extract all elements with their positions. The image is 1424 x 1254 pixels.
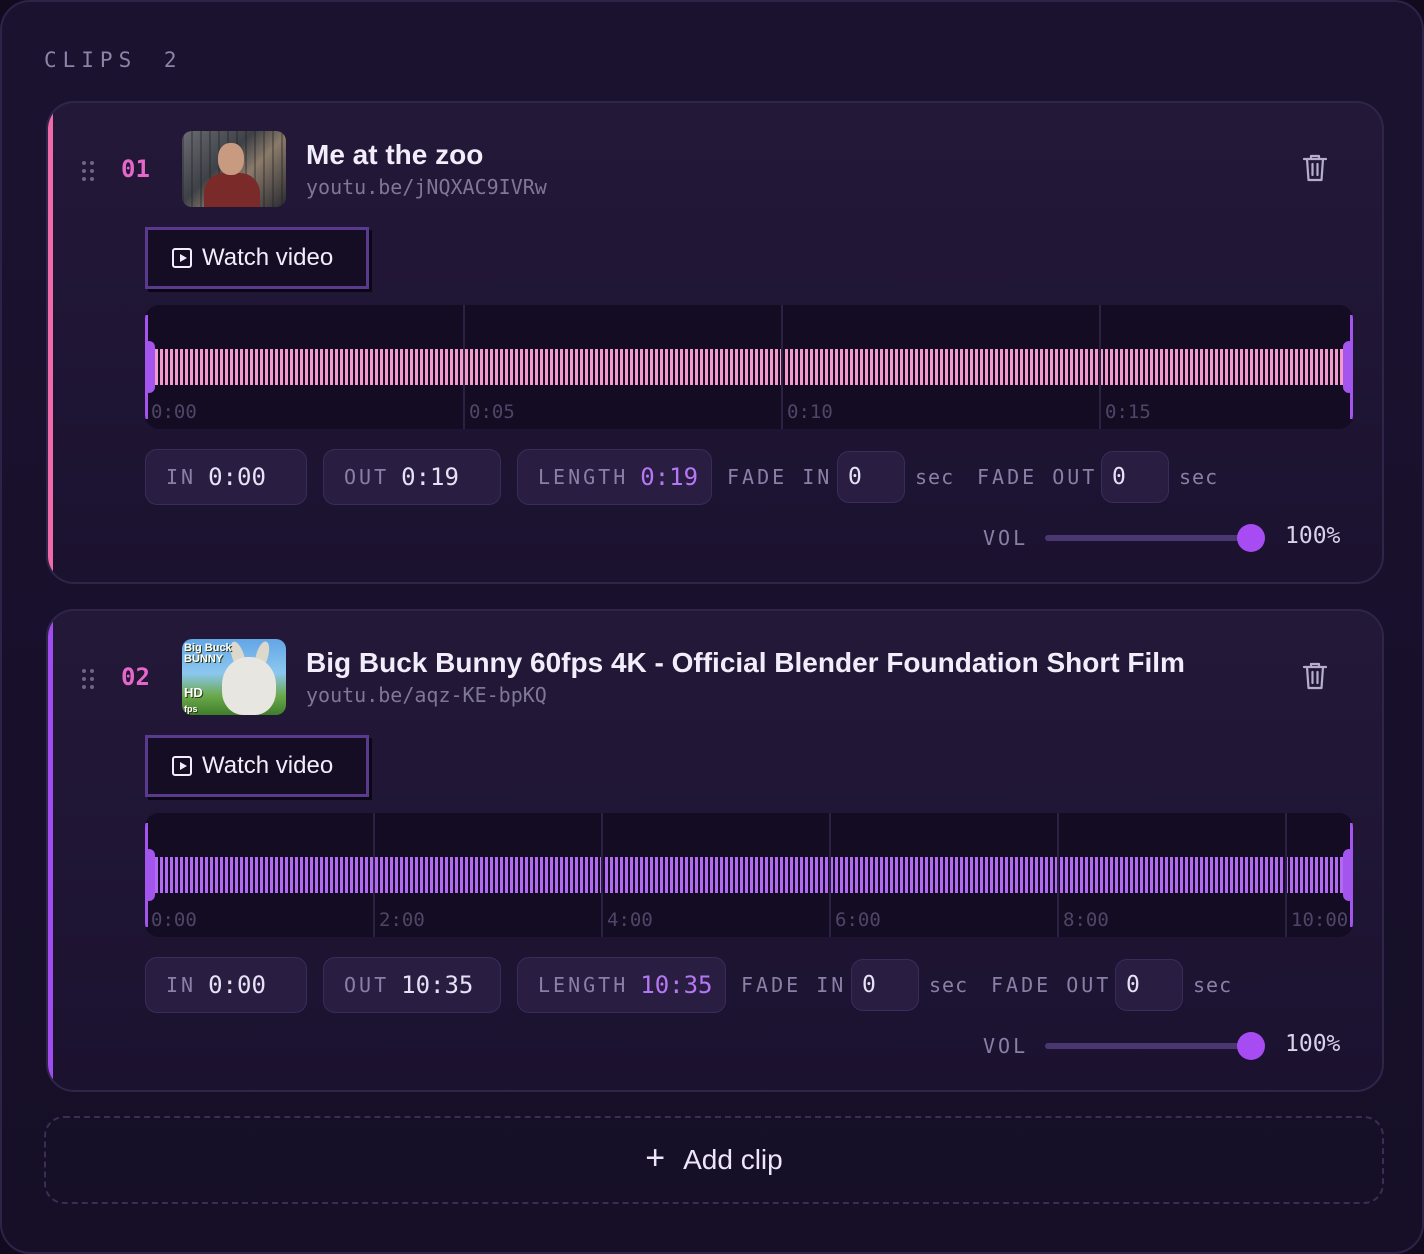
waveform [155, 857, 1343, 893]
play-icon [172, 756, 192, 776]
timeline-tick-label: 4:00 [607, 909, 653, 931]
watch-video-label: Watch video [202, 752, 334, 779]
fade-in-label: FADE IN [741, 973, 847, 997]
waveform [155, 349, 1343, 385]
volume-knob[interactable] [1237, 524, 1265, 552]
length-label: LENGTH [538, 465, 629, 489]
watch-video-label: Watch video [202, 244, 334, 271]
volume-track [1045, 535, 1253, 541]
section-label: CLIPS [44, 48, 138, 72]
trim-start-handle[interactable] [145, 341, 155, 393]
clip-title: Me at the zoo [306, 139, 484, 170]
fade-in-unit: sec [929, 973, 969, 997]
out-value: 10:35 [401, 971, 474, 999]
clip-timeline[interactable]: 0:00 0:05 0:10 0:15 [145, 305, 1353, 429]
timeline-tick-label: 2:00 [379, 909, 425, 931]
fade-in-unit: sec [915, 465, 955, 489]
clip-url: youtu.be/jNQXAC9IVRw [306, 175, 547, 199]
thumbnail-hd-badge: HD fps [184, 685, 203, 714]
trim-start-handle[interactable] [145, 849, 155, 901]
length-label: LENGTH [538, 973, 629, 997]
timeline-tick-label: 10:00 [1291, 909, 1349, 931]
trash-icon[interactable] [1302, 153, 1328, 183]
in-value: 0:00 [208, 971, 266, 999]
timeline-tick-label: 0:00 [151, 401, 197, 423]
volume-value: 100% [1285, 523, 1341, 549]
volume-slider[interactable] [1045, 523, 1265, 553]
fade-out-input[interactable] [1115, 959, 1183, 1011]
fade-out-unit: sec [1179, 465, 1219, 489]
length-field: LENGTH 10:35 [517, 957, 726, 1013]
fade-in-input[interactable] [851, 959, 919, 1011]
fade-out-unit: sec [1193, 973, 1233, 997]
clip-card: 02 Big Buck BUNNY HD fps Big Buck Bunny 6… [46, 609, 1384, 1092]
timeline-tick [781, 305, 783, 429]
timeline-tick [1285, 813, 1287, 937]
clip-title: Big Buck Bunny 60fps 4K - Official Blend… [306, 647, 1185, 678]
video-thumbnail: Big Buck BUNNY HD fps [182, 639, 286, 715]
fade-in-input[interactable] [837, 451, 905, 503]
clip-timeline[interactable]: 0:00 2:00 4:00 6:00 8:00 10:00 [145, 813, 1353, 937]
thumbnail-logo-text: Big Buck BUNNY [184, 642, 232, 665]
in-point-field[interactable]: IN 0:00 [145, 957, 307, 1013]
clips-panel: CLIPS 2 01 Me at the zoo youtu.be/jNQXAC… [0, 0, 1424, 1254]
trash-icon[interactable] [1302, 661, 1328, 691]
in-value: 0:00 [208, 463, 266, 491]
timeline-tick-label: 0:10 [787, 401, 833, 423]
volume-label: VOL [983, 526, 1029, 550]
length-field: LENGTH 0:19 [517, 449, 712, 505]
length-value: 10:35 [640, 971, 713, 999]
volume-track [1045, 1043, 1253, 1049]
length-value: 0:19 [640, 463, 699, 491]
volume-slider[interactable] [1045, 1031, 1265, 1061]
in-label: IN [166, 465, 197, 489]
out-label: OUT [344, 973, 390, 997]
out-point-field[interactable]: OUT 0:19 [323, 449, 501, 505]
add-clip-label: Add clip [683, 1144, 783, 1175]
volume-label: VOL [983, 1034, 1029, 1058]
timeline-tick [1099, 305, 1101, 429]
clip-number: 01 [121, 155, 150, 183]
drag-handle-icon[interactable] [82, 669, 96, 689]
timeline-tick [373, 813, 375, 937]
add-clip-button[interactable]: + Add clip [44, 1116, 1384, 1204]
timeline-tick-label: 0:05 [469, 401, 515, 423]
plus-icon: + [645, 1139, 666, 1177]
timeline-tick-label: 0:15 [1105, 401, 1151, 423]
clips-section-header: CLIPS 2 [44, 48, 183, 72]
in-label: IN [166, 973, 197, 997]
timeline-tick-label: 0:00 [151, 909, 197, 931]
fade-out-input[interactable] [1101, 451, 1169, 503]
timeline-tick [829, 813, 831, 937]
video-thumbnail [182, 131, 286, 207]
clip-count: 2 [163, 48, 183, 72]
drag-handle-icon[interactable] [82, 161, 96, 181]
volume-knob[interactable] [1237, 1032, 1265, 1060]
timeline-tick [463, 305, 465, 429]
trim-end-handle[interactable] [1343, 849, 1353, 901]
volume-value: 100% [1285, 1031, 1341, 1057]
watch-video-button[interactable]: Watch video [145, 735, 369, 797]
timeline-tick [601, 813, 603, 937]
timeline-tick [1057, 813, 1059, 937]
clip-number: 02 [121, 663, 150, 691]
clip-card: 01 Me at the zoo youtu.be/jNQXAC9IVRw Wa… [46, 101, 1384, 584]
play-icon [172, 248, 192, 268]
fade-out-label: FADE OUT [977, 465, 1098, 489]
watch-video-button[interactable]: Watch video [145, 227, 369, 289]
fade-out-label: FADE OUT [991, 973, 1112, 997]
timeline-tick-label: 8:00 [1063, 909, 1109, 931]
out-value: 0:19 [401, 463, 459, 491]
fade-in-label: FADE IN [727, 465, 833, 489]
out-label: OUT [344, 465, 390, 489]
out-point-field[interactable]: OUT 10:35 [323, 957, 501, 1013]
in-point-field[interactable]: IN 0:00 [145, 449, 307, 505]
timeline-tick-label: 6:00 [835, 909, 881, 931]
trim-end-handle[interactable] [1343, 341, 1353, 393]
clip-url: youtu.be/aqz-KE-bpKQ [306, 683, 547, 707]
